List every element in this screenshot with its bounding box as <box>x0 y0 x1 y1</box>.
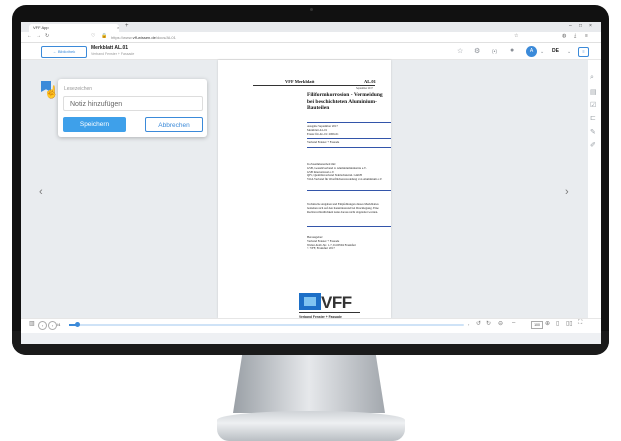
help-icon[interactable]: ● <box>510 47 514 54</box>
panel-toggle-button[interactable]: ≡ <box>578 47 589 57</box>
edition-info: Ausgabe September 2017 Merkblatt AL.01 E… <box>307 124 339 136</box>
lock-icon: 🔒 <box>101 33 108 39</box>
star-icon[interactable]: ☆ <box>514 33 518 39</box>
library-back-button[interactable]: ← Bibliothek <box>41 46 87 58</box>
save-button[interactable]: Speichern <box>63 117 126 132</box>
right-pane <box>391 60 588 318</box>
new-tab-button[interactable]: + <box>125 23 129 29</box>
divider <box>307 190 391 191</box>
header-rule <box>253 85 375 86</box>
chevron-left-icon[interactable]: ‹ <box>468 322 469 327</box>
right-sidebar <box>588 60 601 318</box>
vff-logo-text: VFF <box>321 293 352 312</box>
pen-icon[interactable]: ✐ <box>590 141 596 149</box>
avatar[interactable]: A <box>526 46 537 57</box>
divider <box>307 147 391 148</box>
monitor-stand-base <box>217 411 405 441</box>
single-page-icon[interactable]: ▯ <box>556 320 559 327</box>
divider <box>307 122 391 123</box>
sidebar-toggle-icon[interactable]: ▥ <box>29 320 35 327</box>
highlighter-icon[interactable]: ✎ <box>590 128 596 136</box>
zoom-in-icon[interactable]: ⊕ <box>545 320 550 327</box>
note-input[interactable]: Notiz hinzufügen <box>63 96 203 111</box>
search-icon[interactable]: ⌕ <box>590 74 594 82</box>
rotate-left-icon[interactable]: ↺ <box>476 320 481 327</box>
download-icon[interactable]: ⤓ <box>574 33 576 39</box>
menu-icon[interactable]: ≡ <box>585 33 588 39</box>
language-selector[interactable]: DE <box>552 48 559 54</box>
page-slider-handle[interactable] <box>74 322 80 327</box>
popup-title: Lesezeichen <box>64 86 93 92</box>
page-header-left: VFF Merkblatt <box>285 79 315 84</box>
chevron-down-icon[interactable]: ⌄ <box>540 49 544 55</box>
disclaimer: Technische Angaben und Empfehlungen dies… <box>307 202 379 214</box>
document-title: Merkblatt AL.01 <box>91 45 129 51</box>
cancel-button[interactable]: Abbrechen <box>145 117 203 132</box>
page-count: /4 <box>57 322 61 327</box>
zoom-level[interactable]: 100 <box>531 321 543 329</box>
monitor-stand-neck <box>233 355 385 413</box>
logo-rule <box>299 312 360 313</box>
divider <box>307 138 391 139</box>
tab-close-icon[interactable]: × <box>117 24 119 32</box>
browser-tab[interactable]: VFF App × <box>29 24 119 32</box>
url-domain: vff-wissen.de <box>132 35 156 40</box>
camera <box>310 8 313 11</box>
divider <box>307 226 391 227</box>
close-window-button[interactable]: × <box>589 23 592 29</box>
document-subtitle: Verband Fenster + Fassade <box>91 52 135 56</box>
publisher-line: Verband Fenster + Fassade <box>307 140 340 144</box>
star-icon[interactable]: ☆ <box>457 47 463 55</box>
cooperation-info: In Zusammenarbeit mit: GSB, Gesamtverban… <box>307 162 383 182</box>
chevron-down-icon[interactable]: ⌄ <box>567 49 571 55</box>
fullscreen-icon[interactable]: ⛶ <box>578 320 582 327</box>
zoom-out-icon[interactable]: ⊖ <box>498 320 503 327</box>
imprint: Herausgeber: Verband Fenster + Fassade W… <box>307 235 356 251</box>
back-arrow-icon[interactable]: ← <box>27 33 32 39</box>
double-page-icon[interactable]: ▯▯ <box>566 320 573 327</box>
page-slider-track[interactable] <box>69 324 464 326</box>
page-date: September 2017 <box>356 87 373 90</box>
bookmark-icon[interactable]: ⊏ <box>590 114 596 122</box>
settings-icon[interactable]: ⚙ <box>474 47 480 55</box>
tab-title: VFF App <box>33 25 49 30</box>
screen: VFF App × + – □ × ← → ↻ ♡ 🔒 https://www.… <box>21 22 601 344</box>
forward-arrow-icon[interactable]: → <box>36 33 41 39</box>
shield-icon[interactable]: ◍ <box>562 33 566 39</box>
rotate-right-icon[interactable]: ↻ <box>486 320 491 327</box>
minus-icon[interactable]: – <box>512 320 515 326</box>
maximize-button[interactable]: □ <box>579 23 582 29</box>
reload-icon[interactable]: ↻ <box>45 33 49 39</box>
page-header-right: AL.01 <box>364 79 376 84</box>
next-page-arrow[interactable]: › <box>565 186 569 198</box>
edit-icon[interactable]: ☑ <box>590 101 596 109</box>
page-next-button[interactable]: › <box>48 321 57 330</box>
code-icon[interactable]: (•) <box>492 49 497 55</box>
hand-cursor-icon: ☝ <box>44 85 59 99</box>
previous-page-arrow[interactable]: ‹ <box>39 186 43 198</box>
vff-logo-window <box>304 297 316 306</box>
page-title: Filiformkorrosion - Vermeidung bei besch… <box>307 92 383 111</box>
page-prev-button[interactable]: ‹ <box>38 321 47 330</box>
minimize-button[interactable]: – <box>569 23 572 29</box>
document-icon[interactable]: ▤ <box>590 88 597 96</box>
shield-icon: ♡ <box>91 33 96 39</box>
url-field[interactable]: https://www.vff-wissen.de/docs/AL01 <box>111 35 176 40</box>
